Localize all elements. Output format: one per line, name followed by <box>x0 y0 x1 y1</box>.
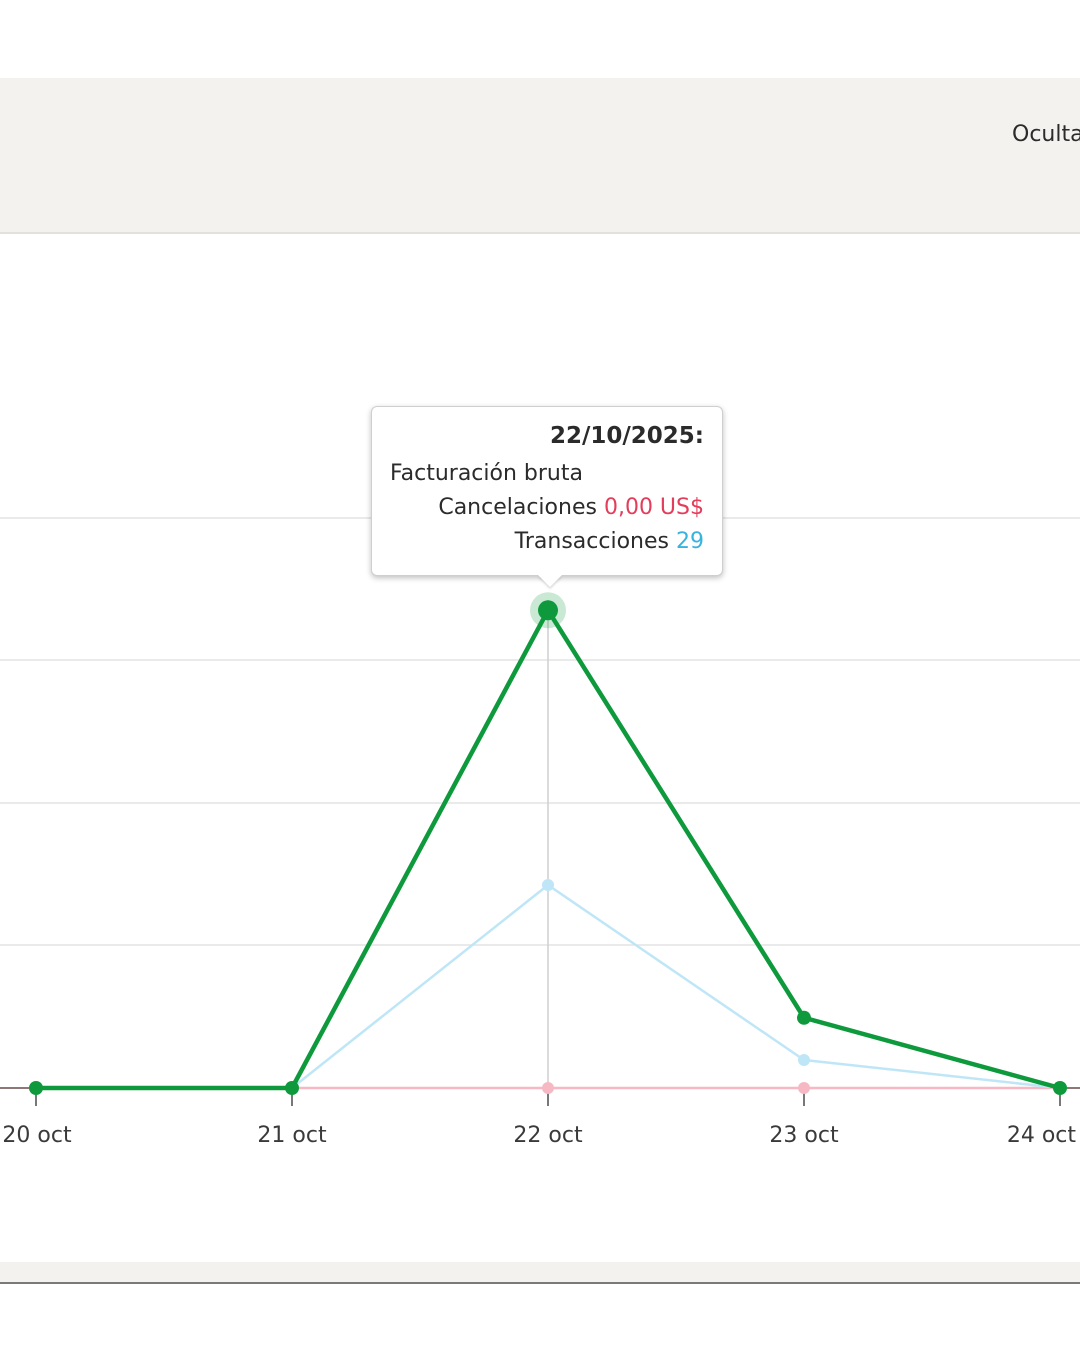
chart-tooltip: 22/10/2025: Facturación bruta Cancelacio… <box>371 406 723 587</box>
panel-bottom-bar <box>0 1262 1080 1284</box>
line-chart: 20 oct 21 oct 22 oct 23 oct 24 oct <box>0 517 1080 1148</box>
x-tick-label-1: 21 oct <box>257 1123 327 1148</box>
x-tick-label-3: 23 oct <box>769 1123 839 1148</box>
tooltip-row-trans: Transacciones 29 <box>390 525 704 559</box>
series-2-point-3 <box>798 1082 810 1094</box>
tooltip-trans-value: 29 <box>676 529 704 554</box>
tooltip-arrow <box>538 575 562 587</box>
tooltip-cancel-value: 0,00 US$ <box>603 495 704 520</box>
tooltip-trans-label: Transacciones <box>514 529 669 554</box>
tooltip-date: 22/10/2025: <box>549 423 704 449</box>
x-tick-label-4: 24 oct <box>1007 1123 1077 1148</box>
x-tick-label-0: 20 oct <box>2 1123 72 1148</box>
tooltip-row-cancel: Cancelaciones 0,00 US$ <box>390 491 704 525</box>
tooltip-gross-label: Facturación bruta <box>390 461 583 486</box>
x-tick-label-2: 22 oct <box>513 1123 583 1148</box>
x-tick-labels: 20 oct 21 oct 22 oct 23 oct 24 oct <box>2 1123 1076 1148</box>
series-2-point-2 <box>542 1082 554 1094</box>
series-1-point-3 <box>798 1054 810 1066</box>
series-0-point-0 <box>29 1081 43 1095</box>
series-0-point-3 <box>797 1010 811 1025</box>
series-0-point-1 <box>285 1081 299 1095</box>
series-0-point-4 <box>1053 1081 1067 1095</box>
x-axis <box>0 1087 1080 1106</box>
active-point <box>538 600 558 621</box>
series-1-point-2 <box>542 879 554 891</box>
tooltip-row-gross: Facturación bruta <box>390 457 704 491</box>
tooltip-cancel-label: Cancelaciones <box>438 495 597 520</box>
